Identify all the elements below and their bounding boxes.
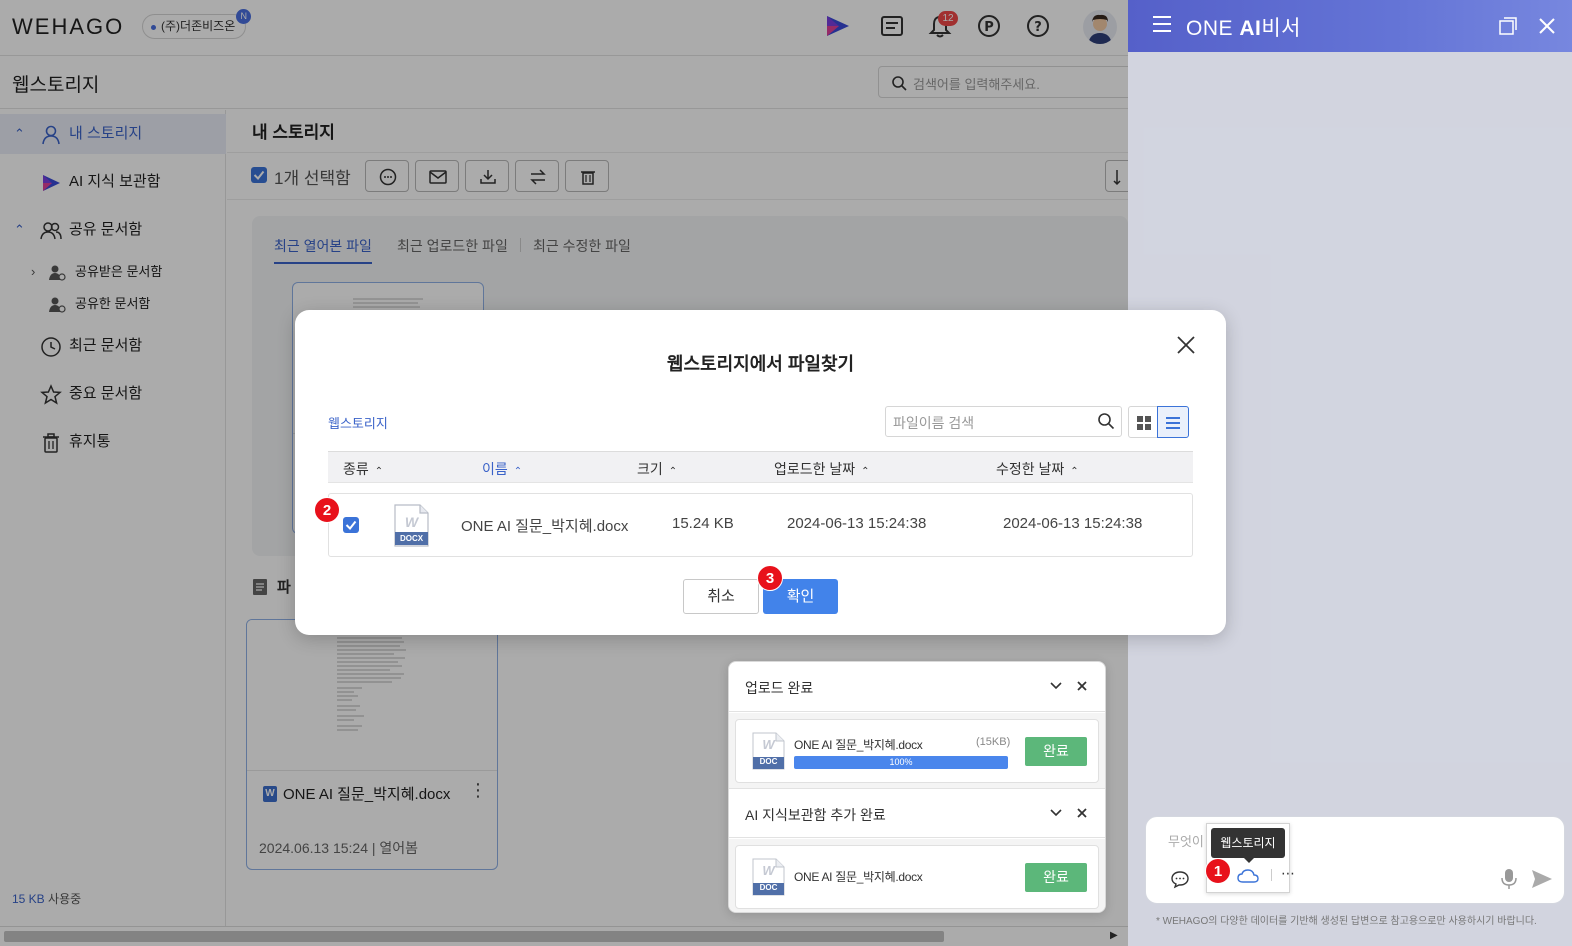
hamburger-menu-icon[interactable] bbox=[1152, 15, 1172, 33]
close-icon[interactable] bbox=[1075, 679, 1089, 693]
doc-icon-letter: W bbox=[762, 863, 775, 878]
done-button[interactable]: 완료 bbox=[1025, 737, 1087, 766]
microphone-icon[interactable] bbox=[1501, 868, 1517, 890]
upload-file-size: (15KB) bbox=[976, 736, 1011, 748]
popout-icon[interactable] bbox=[1498, 16, 1518, 36]
sort-up-icon: ⌃ bbox=[1070, 466, 1079, 477]
doc-badge: DOC bbox=[759, 883, 778, 892]
column-label: 업로드한 날짜 bbox=[774, 461, 856, 477]
webstorage-tooltip: 웹스토리지 bbox=[1211, 828, 1285, 863]
list-view-button[interactable] bbox=[1157, 406, 1189, 438]
ai-title-prefix: ONE bbox=[1186, 17, 1234, 40]
filename-search-input[interactable]: 파일이름 검색 bbox=[885, 406, 1122, 437]
more-options-icon[interactable]: ⋯ bbox=[1281, 865, 1295, 882]
step-marker-2: 2 bbox=[314, 497, 340, 523]
divider bbox=[1271, 869, 1272, 881]
column-type[interactable]: 종류 ⌃ bbox=[343, 459, 383, 479]
column-label: 이름 bbox=[482, 461, 508, 477]
close-icon[interactable] bbox=[1075, 806, 1089, 820]
upload-file-name: ONE AI 질문_박지혜.docx bbox=[794, 738, 923, 752]
upload-complete-header: 업로드 완료 bbox=[729, 662, 1105, 712]
ai-disclaimer: * WEHAGO의 다양한 데이터를 기반해 생성된 답변으로 참고용으로만 사… bbox=[1156, 916, 1537, 927]
column-label: 크기 bbox=[637, 461, 663, 477]
send-icon[interactable] bbox=[1531, 869, 1553, 889]
upload-status-panel: 업로드 완료 W DOC ONE AI 질문_박지혜.docx (15KB) 1… bbox=[728, 661, 1106, 913]
dialog-title: 웹스토리지에서 파일찾기 bbox=[666, 354, 855, 374]
docx-badge: DOCX bbox=[399, 534, 424, 543]
row-file-size: 15.24 KB bbox=[672, 515, 734, 532]
chevron-down-icon[interactable] bbox=[1049, 806, 1063, 820]
ai-panel-title: ONE AI비서 bbox=[1186, 12, 1301, 42]
row-modified-date: 2024-06-13 15:24:38 bbox=[1003, 515, 1143, 532]
row-checkbox[interactable] bbox=[343, 517, 359, 533]
ai-knowledge-item: W DOC ONE AI 질문_박지혜.docx 완료 bbox=[735, 845, 1099, 909]
column-modified[interactable]: 수정한 날짜 ⌃ bbox=[996, 459, 1079, 479]
grid-view-button[interactable] bbox=[1128, 406, 1158, 438]
sort-up-icon: ⌃ bbox=[861, 466, 870, 477]
column-label: 종류 bbox=[343, 461, 369, 477]
sort-up-icon: ⌃ bbox=[374, 466, 384, 477]
chat-bubble-icon[interactable] bbox=[1170, 869, 1190, 889]
row-file-name: ONE AI 질문_박지혜.docx bbox=[461, 518, 629, 535]
column-uploaded[interactable]: 업로드한 날짜 ⌃ bbox=[774, 459, 870, 479]
close-icon[interactable] bbox=[1538, 17, 1556, 35]
cloud-icon[interactable] bbox=[1237, 868, 1259, 884]
ai-input-placeholder: 무엇이 bbox=[1168, 834, 1204, 849]
cancel-button[interactable]: 취소 bbox=[683, 579, 759, 614]
chevron-down-icon[interactable] bbox=[1049, 679, 1063, 693]
close-icon[interactable] bbox=[1175, 334, 1197, 356]
ai-panel-header: ONE AI비서 bbox=[1128, 0, 1572, 52]
section-title: 업로드 완료 bbox=[745, 680, 814, 696]
row-upload-date: 2024-06-13 15:24:38 bbox=[787, 515, 927, 532]
ai-title-suffix: 비서 bbox=[1261, 17, 1301, 40]
section-title: AI 지식보관함 추가 완료 bbox=[745, 807, 886, 823]
table-row[interactable]: W DOCX ONE AI 질문_박지혜.docx 15.24 KB 2024-… bbox=[328, 493, 1193, 557]
column-label: 수정한 날짜 bbox=[996, 461, 1065, 477]
ai-knowledge-header: AI 지식보관함 추가 완료 bbox=[729, 788, 1105, 838]
search-icon[interactable] bbox=[1097, 412, 1115, 430]
upload-item: W DOC ONE AI 질문_박지혜.docx (15KB) 100% 완료 bbox=[735, 719, 1099, 783]
table-header: 종류 ⌃ 이름 ⌃ 크기 ⌃ 업로드한 날짜 ⌃ 수정한 날짜 ⌃ bbox=[328, 451, 1193, 483]
upload-progress-bar: 100% bbox=[794, 756, 1008, 769]
sort-up-icon: ⌃ bbox=[513, 466, 523, 477]
sort-up-icon: ⌃ bbox=[668, 466, 678, 477]
column-name[interactable]: 이름 ⌃ bbox=[482, 459, 522, 479]
column-size[interactable]: 크기 ⌃ bbox=[637, 459, 677, 479]
breadcrumb[interactable]: 웹스토리지 bbox=[328, 413, 388, 432]
list-icon bbox=[1166, 417, 1180, 429]
docx-icon-letter: W bbox=[404, 514, 419, 530]
ai-title-ai: AI bbox=[1239, 17, 1262, 40]
step-marker-1: 1 bbox=[1205, 858, 1231, 884]
search-placeholder: 파일이름 검색 bbox=[893, 415, 975, 431]
step-marker-3: 3 bbox=[757, 565, 783, 591]
ai-file-name: ONE AI 질문_박지혜.docx bbox=[794, 870, 923, 884]
doc-icon-letter: W bbox=[762, 737, 775, 752]
grid-icon bbox=[1137, 416, 1151, 430]
doc-badge: DOC bbox=[759, 757, 778, 766]
done-button[interactable]: 완료 bbox=[1025, 863, 1087, 892]
